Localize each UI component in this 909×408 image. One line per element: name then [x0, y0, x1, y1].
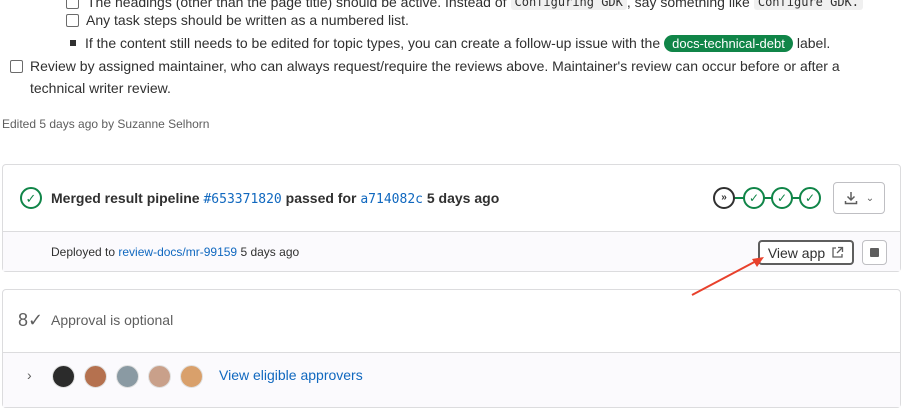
pipeline-prefix: Merged result pipeline	[51, 190, 200, 206]
pipeline-time: 5 days ago	[426, 190, 500, 206]
edited-note: Edited 5 days ago by Suzanne Selhorn	[2, 117, 210, 131]
review-continuation: technical writer review.	[30, 78, 171, 98]
checklist-item-review: Review by assigned maintainer, who can a…	[10, 56, 840, 76]
pipeline-status-text: Merged result pipeline #653371820 passed…	[51, 190, 499, 207]
external-link-icon	[832, 246, 844, 258]
skip-forward-icon[interactable]: »	[713, 187, 735, 209]
pipeline-id-link[interactable]: #653371820	[203, 192, 281, 207]
task-steps-text: Any task steps should be written as a nu…	[86, 12, 409, 28]
download-artifacts-button[interactable]: ⌄	[833, 182, 885, 214]
followup-suffix: label.	[796, 35, 831, 51]
stage-check-icon-2[interactable]: ✓	[771, 187, 793, 209]
deployment-row: Deployed to review-docs/mr-99159 5 days …	[3, 231, 900, 271]
code-configuring-gdk: Configuring GDK	[510, 0, 627, 10]
pipeline-widget: ✓ Merged result pipeline #653371820 pass…	[2, 164, 901, 272]
chevron-down-icon: ⌄	[865, 192, 875, 204]
approval-header: 8✓ Approval is optional	[3, 290, 900, 352]
avatar[interactable]	[84, 365, 107, 388]
approval-widget: 8✓ Approval is optional › View eligible …	[2, 289, 901, 408]
pipeline-middle: passed for	[285, 190, 357, 206]
view-eligible-approvers-link[interactable]: View eligible approvers	[219, 367, 363, 383]
approvers-row: › View eligible approvers	[3, 352, 900, 407]
headings-prefix: The headings (other than the page title)…	[87, 0, 507, 10]
bullet-icon	[70, 40, 76, 46]
approval-status-text: Approval is optional	[51, 312, 174, 328]
view-app-button[interactable]: View app	[758, 240, 854, 265]
stop-environment-button[interactable]	[862, 240, 887, 265]
view-app-label: View app	[767, 244, 826, 261]
review-text-line1: Review by assigned maintainer, who can a…	[30, 58, 840, 74]
chevron-right-icon[interactable]: ›	[27, 367, 32, 383]
pipeline-passed-icon[interactable]: ✓	[20, 187, 42, 209]
avatar[interactable]	[180, 365, 203, 388]
stop-icon	[870, 248, 879, 257]
avatar[interactable]	[116, 365, 139, 388]
checkbox-headings[interactable]	[66, 0, 79, 9]
commit-sha-link[interactable]: a714082c	[360, 192, 423, 207]
stage-check-icon-1[interactable]: ✓	[743, 187, 765, 209]
download-icon	[844, 192, 858, 205]
stage-check-icon-3[interactable]: ✓	[799, 187, 821, 209]
avatar[interactable]	[148, 365, 171, 388]
review-text-line2: technical writer review.	[30, 80, 171, 96]
deploy-time: 5 days ago	[240, 245, 300, 259]
deploy-prefix: Deployed to	[51, 245, 116, 259]
checklist-item-task-steps: Any task steps should be written as a nu…	[66, 10, 409, 30]
pipeline-header: ✓ Merged result pipeline #653371820 pass…	[3, 165, 900, 231]
followup-bullet-item: If the content still needs to be edited …	[70, 33, 830, 53]
checkbox-task-steps[interactable]	[66, 13, 79, 27]
deployment-text: Deployed to review-docs/mr-99159 5 days …	[51, 245, 299, 259]
approval-icon: 8✓	[18, 310, 44, 330]
headings-middle: , say something like	[626, 0, 750, 10]
code-configure-gdk: Configure GDK.	[753, 0, 863, 10]
environment-link[interactable]: review-docs/mr-99159	[118, 245, 237, 259]
docs-technical-debt-label[interactable]: docs-technical-debt	[664, 34, 793, 52]
avatar[interactable]	[52, 365, 75, 388]
followup-prefix: If the content still needs to be edited …	[85, 35, 661, 51]
checkbox-review[interactable]	[10, 59, 23, 73]
